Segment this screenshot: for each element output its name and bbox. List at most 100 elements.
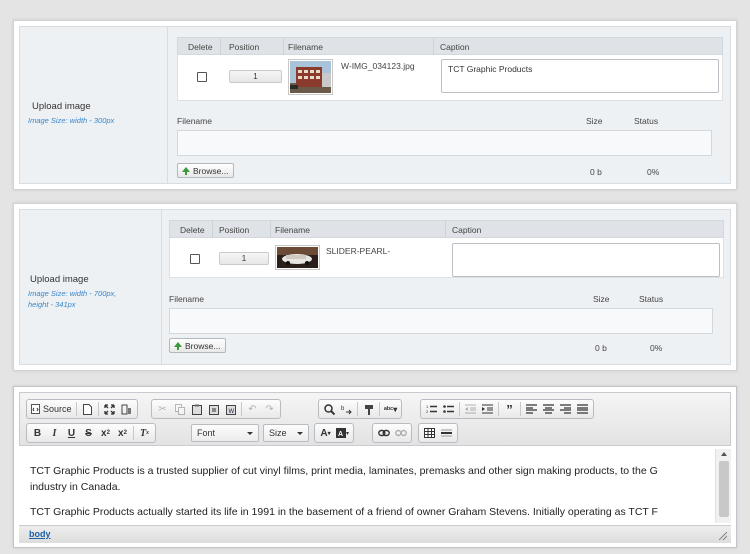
col-delete: Delete bbox=[188, 42, 213, 52]
table-row: 1 W-IMG_034123.jpg TCT Graphic Products bbox=[177, 55, 723, 101]
superscript-button[interactable]: x2 bbox=[114, 425, 131, 441]
find-button[interactable] bbox=[321, 401, 338, 417]
add-file-icon bbox=[174, 342, 182, 350]
col-separator bbox=[270, 221, 271, 238]
caption-input[interactable]: TCT Graphic Products bbox=[441, 59, 719, 93]
table-button[interactable] bbox=[421, 425, 438, 441]
resize-grip-icon[interactable] bbox=[719, 532, 727, 540]
image-filename: W-IMG_034123.jpg bbox=[341, 61, 415, 71]
images-table-header: Delete Position Filename Caption bbox=[169, 220, 724, 238]
new-page-button[interactable] bbox=[79, 401, 96, 417]
image-thumbnail bbox=[275, 245, 320, 270]
link-button[interactable] bbox=[375, 425, 392, 441]
remove-format-button[interactable]: Tx bbox=[136, 425, 153, 441]
editor-content[interactable]: TCT Graphic Products is a trusted suppli… bbox=[19, 449, 714, 523]
toolbar-group-document: Source bbox=[26, 399, 138, 419]
paste-text-button[interactable] bbox=[205, 401, 222, 417]
toolbar-group-editing: b ᵃᵇᶜ▾ bbox=[318, 399, 403, 419]
redo-button[interactable]: ↷ bbox=[261, 401, 278, 417]
toolbar-group-basic-styles: B I U S x2 x2 Tx bbox=[26, 423, 156, 443]
bold-button[interactable]: B bbox=[29, 425, 46, 441]
queue-filename-header: Filename bbox=[177, 116, 212, 126]
unlink-button[interactable] bbox=[392, 425, 409, 441]
upload-queue-area[interactable] bbox=[177, 130, 712, 156]
upload-queue-area[interactable] bbox=[169, 308, 713, 334]
search-icon bbox=[324, 403, 335, 415]
blockquote-button[interactable]: ” bbox=[501, 401, 518, 417]
spellcheck-button[interactable]: ᵃᵇᶜ▾ bbox=[382, 401, 399, 417]
maximize-button[interactable] bbox=[101, 401, 118, 417]
col-filename: Filename bbox=[288, 42, 323, 52]
show-blocks-icon bbox=[121, 404, 131, 414]
rich-text-editor: Source ✂ W ↶ ↷ b ᵃᵇᶜ▾ 12 ” B I U S x 2 x… bbox=[13, 386, 737, 548]
align-center-button[interactable] bbox=[540, 401, 557, 417]
align-right-icon bbox=[560, 404, 571, 414]
copy-button[interactable] bbox=[171, 401, 188, 417]
queue-size-header: Size bbox=[586, 116, 603, 126]
bulleted-list-button[interactable] bbox=[440, 401, 457, 417]
bulleted-list-icon bbox=[443, 405, 454, 413]
delete-checkbox[interactable] bbox=[197, 72, 207, 82]
queue-status-header: Status bbox=[634, 116, 659, 126]
svg-text:b: b bbox=[341, 406, 345, 412]
content-paragraph: TCT Graphic Products actually started it… bbox=[30, 506, 658, 518]
undo-button[interactable]: ↶ bbox=[244, 401, 261, 417]
col-position: Position bbox=[219, 225, 250, 235]
align-justify-button[interactable] bbox=[574, 401, 591, 417]
italic-button[interactable]: I bbox=[46, 425, 63, 441]
show-blocks-button[interactable] bbox=[118, 401, 135, 417]
element-path-link[interactable]: body bbox=[29, 529, 51, 539]
subscript-button[interactable]: x2 bbox=[97, 425, 114, 441]
scroll-up-icon[interactable] bbox=[721, 452, 727, 456]
toolbar-separator bbox=[520, 402, 521, 416]
paste-button[interactable] bbox=[188, 401, 205, 417]
toolbar-separator bbox=[498, 402, 499, 416]
size-select[interactable]: Size bbox=[263, 424, 309, 442]
toolbar-separator bbox=[357, 402, 358, 416]
toolbar-separator bbox=[75, 402, 77, 416]
copy-icon bbox=[174, 403, 185, 415]
horizontal-rule-icon bbox=[441, 429, 452, 437]
font-select[interactable]: Font bbox=[191, 424, 259, 442]
paste-word-button[interactable]: W bbox=[222, 401, 239, 417]
position-input[interactable]: 1 bbox=[219, 252, 269, 265]
align-left-icon bbox=[526, 404, 537, 414]
background-color-button[interactable]: A ▾ bbox=[334, 425, 351, 441]
outdent-button[interactable] bbox=[462, 401, 479, 417]
numbered-list-button[interactable]: 12 bbox=[423, 401, 440, 417]
image-size-hint: Image Size: width - 700px, bbox=[28, 289, 117, 298]
align-left-button[interactable] bbox=[523, 401, 540, 417]
text-color-button[interactable]: A ▾ bbox=[317, 425, 334, 441]
editor-scrollbar[interactable] bbox=[715, 449, 731, 523]
browse-button-label: Browse... bbox=[193, 166, 229, 176]
strikethrough-button[interactable]: S bbox=[80, 425, 97, 441]
position-input[interactable]: 1 bbox=[229, 70, 282, 83]
source-button[interactable]: Source bbox=[29, 401, 74, 417]
upload-image-label: Upload image bbox=[32, 101, 91, 112]
images-table-header: Delete Position Filename Caption bbox=[177, 37, 723, 55]
size-select-label: Size bbox=[269, 428, 287, 438]
replace-button[interactable]: b bbox=[338, 401, 355, 417]
scrollbar-thumb[interactable] bbox=[719, 461, 729, 517]
toolbar-group-insert bbox=[418, 423, 458, 443]
font-select-label: Font bbox=[197, 428, 216, 438]
image-filename: SLIDER-PEARL- bbox=[326, 246, 391, 256]
toolbar-group-clipboard: ✂ W ↶ ↷ bbox=[151, 399, 281, 419]
format-paint-button[interactable] bbox=[360, 401, 377, 417]
new-page-icon bbox=[82, 403, 92, 415]
paste-text-icon bbox=[208, 404, 219, 415]
caption-input[interactable] bbox=[452, 243, 720, 277]
delete-checkbox[interactable] bbox=[190, 254, 200, 264]
indent-button[interactable] bbox=[479, 401, 496, 417]
image-size-hint-2: height - 341px bbox=[28, 300, 76, 309]
editor-statusbar: body bbox=[19, 525, 731, 543]
cut-button[interactable]: ✂ bbox=[154, 401, 171, 417]
browse-button[interactable]: Browse... bbox=[169, 338, 227, 353]
align-right-button[interactable] bbox=[557, 401, 574, 417]
underline-button[interactable]: U bbox=[63, 425, 80, 441]
horizontal-rule-button[interactable] bbox=[438, 425, 455, 441]
queue-size-value: 0 b bbox=[595, 343, 607, 353]
browse-button[interactable]: Browse... bbox=[177, 163, 235, 178]
background-color-icon: A bbox=[336, 428, 346, 438]
toolbar-separator bbox=[459, 402, 460, 416]
